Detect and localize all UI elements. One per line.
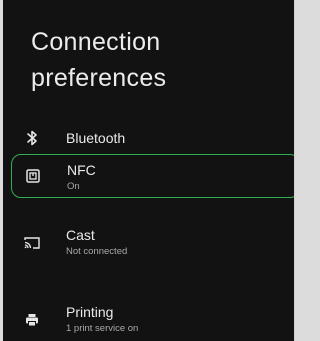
cast-label: Cast [66, 227, 95, 243]
cast-status: Not connected [66, 246, 128, 257]
list-item-printing[interactable]: Printing 1 print service on [11, 297, 294, 341]
nfc-status: On [67, 181, 80, 192]
bluetooth-label: Bluetooth [66, 130, 126, 146]
nfc-icon [25, 168, 41, 184]
settings-panel: Connection preferences Bluetooth NFC On [3, 0, 295, 341]
printer-icon [24, 312, 40, 328]
page-title: Connection preferences [31, 28, 167, 92]
printing-status: 1 print service on [66, 323, 139, 334]
nfc-label: NFC [67, 162, 96, 178]
list-item-cast[interactable]: Cast Not connected [11, 220, 294, 266]
list-item-nfc[interactable]: NFC On [11, 154, 294, 198]
printing-label: Printing [66, 304, 114, 320]
bluetooth-icon [24, 130, 40, 146]
cast-icon [24, 235, 40, 251]
